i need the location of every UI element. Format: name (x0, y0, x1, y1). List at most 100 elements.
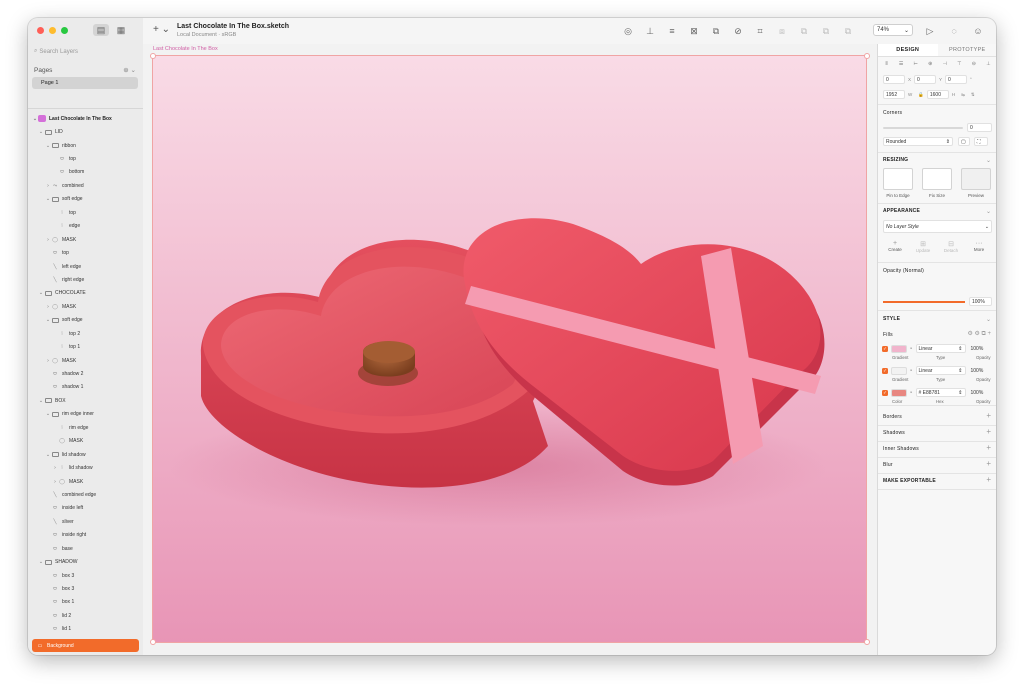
artboard-label[interactable]: Last Chocolate In The Box (153, 46, 218, 52)
layer-row[interactable]: ⬭ shadow 1 (28, 381, 143, 394)
intersect-icon[interactable]: ⧉ (819, 25, 833, 37)
align-top-icon[interactable]: ⊤ (956, 61, 963, 68)
layer-row[interactable]: ⌄ ribbon (28, 139, 143, 152)
difference-icon[interactable]: ⧉ (841, 25, 855, 37)
layer-row[interactable]: ╲ left edge (28, 260, 143, 273)
layer-row[interactable]: ⦚ top 1 (28, 340, 143, 353)
minimize-window-button[interactable] (49, 27, 56, 34)
create-symbol-icon[interactable]: ◎ (621, 25, 635, 37)
preview-play-icon[interactable]: ▷ (923, 25, 937, 37)
layer-row[interactable]: ⬭ base (28, 542, 143, 555)
pin-to-edge-widget[interactable] (883, 168, 913, 190)
layer-row[interactable]: ⌄ rim edge inner (28, 408, 143, 421)
opacity-slider[interactable] (883, 301, 965, 303)
align-right-icon[interactable]: ⊣ (941, 61, 948, 68)
flip-vertical-icon[interactable]: ⇅ (971, 92, 975, 98)
layer-row[interactable]: ⬭ inside left (28, 502, 143, 515)
layer-list-icon[interactable]: ▤ (93, 24, 109, 36)
tab-prototype[interactable]: PROTOTYPE (938, 44, 997, 56)
align-center-icon[interactable]: ⊕ (927, 61, 934, 68)
layer-row[interactable]: ⌄ CHOCOLATE (28, 287, 143, 300)
pin-icon[interactable]: ⊥ (643, 25, 657, 37)
layer-row[interactable]: › ◯ MASK (28, 475, 143, 488)
fill-swatch[interactable] (891, 388, 907, 397)
fill-enabled-checkbox[interactable]: ✓ (882, 389, 888, 396)
layer-row[interactable]: ╲ right edge (28, 273, 143, 286)
page-item-page-1[interactable]: Page 1 (32, 77, 138, 89)
eyedropper-icon[interactable]: ⁍ (910, 368, 913, 374)
layer-row[interactable]: › ⦚ lid shadow (28, 461, 143, 474)
layer-row[interactable]: ⬭ shadow 2 (28, 367, 143, 380)
chevron-down-icon[interactable]: ⌄ (986, 208, 991, 215)
add-border-icon[interactable]: + (986, 411, 991, 420)
opacity-field[interactable]: 100% (969, 297, 992, 306)
corner-expand-toggle[interactable]: ⛶ (974, 137, 988, 146)
scale-icon[interactable]: ⊠ (687, 25, 701, 37)
layer-row[interactable]: › ⤳ combined (28, 179, 143, 192)
layer-row[interactable]: ⬭ top (28, 152, 143, 165)
fill-type-select[interactable]: Linear ⇕ (915, 344, 966, 353)
eyedropper-icon[interactable]: ⁍ (910, 390, 913, 396)
fill-swatch[interactable] (891, 344, 907, 353)
artboard[interactable] (152, 55, 867, 643)
layer-row[interactable]: ⬭ inside right (28, 529, 143, 542)
add-blur-icon[interactable]: + (986, 459, 991, 468)
subtract-icon[interactable]: ⧉ (797, 25, 811, 37)
share-account-icon[interactable]: ☺ (971, 25, 985, 37)
insert-plus-icon[interactable]: + ⌄ (153, 24, 170, 35)
filter-icon[interactable]: ≡ (665, 25, 679, 37)
width-field[interactable]: 1952 (883, 90, 905, 99)
layer-style-select[interactable]: No Layer Style ⌄ (883, 220, 992, 233)
layer-row[interactable]: › ◯ MASK (28, 233, 143, 246)
align-bottom-icon[interactable]: ⊥ (985, 61, 992, 68)
union-icon[interactable]: ⧈ (775, 25, 789, 37)
chevron-down-icon[interactable]: ⌄ (986, 157, 991, 164)
layer-row[interactable]: ╲ sliver (28, 515, 143, 528)
tab-design[interactable]: DESIGN (878, 44, 938, 56)
canvas[interactable]: Last Chocolate In The Box (143, 44, 877, 655)
layer-row[interactable]: ⦚ edge (28, 220, 143, 233)
eyedropper-icon[interactable]: ⁍ (910, 346, 913, 352)
rotate-copies-icon[interactable]: ⧉ (709, 25, 723, 37)
create-style-button[interactable]: + Create (883, 240, 907, 252)
fill-opacity-field[interactable]: 100% (969, 388, 989, 397)
rotation-field[interactable]: 0 (945, 75, 968, 84)
layer-row[interactable]: ⬭ box 3 (28, 582, 143, 595)
layer-row[interactable]: ⬭ box 3 (28, 569, 143, 582)
layer-row[interactable]: ╲ combined edge (28, 488, 143, 501)
align-left-icon[interactable]: ⊢ (912, 61, 919, 68)
components-grid-icon[interactable]: ▦ (113, 24, 129, 36)
distribute-h-icon[interactable]: ⫴ (883, 61, 890, 68)
chevron-down-icon[interactable]: ⌄ (986, 316, 991, 323)
fill-opacity-field[interactable]: 100% (969, 344, 989, 353)
artboard-handle[interactable] (150, 639, 156, 645)
align-middle-icon[interactable]: ⊖ (970, 61, 977, 68)
fill-type-select[interactable]: # E88781 ⇕ (915, 388, 966, 397)
add-export-icon[interactable]: + (986, 475, 991, 484)
layer-row[interactable]: ⌄ soft edge (28, 314, 143, 327)
layer-row[interactable]: ⦚ top 2 (28, 327, 143, 340)
more-style-button[interactable]: ··· More (967, 240, 991, 252)
x-field[interactable]: 0 (883, 75, 905, 84)
layer-row[interactable]: ⌄ lid shadow (28, 448, 143, 461)
detach-style-button[interactable]: ⊟ Detach (939, 240, 963, 253)
y-field[interactable]: 0 (914, 75, 937, 84)
fix-size-widget[interactable] (922, 168, 952, 190)
corner-style-select[interactable]: Rounded ⇕ (883, 137, 953, 146)
artboard-handle[interactable] (864, 639, 870, 645)
layer-row[interactable]: ⌄ soft edge (28, 193, 143, 206)
add-shadow-icon[interactable]: + (986, 427, 991, 436)
zoom-window-button[interactable] (61, 27, 68, 34)
layer-row[interactable]: ⬭ bottom (28, 166, 143, 179)
layer-row[interactable]: ⬭ lid 2 (28, 609, 143, 622)
layer-row[interactable]: ⬭ box 1 (28, 596, 143, 609)
layer-background-selected[interactable]: ▭ Background (32, 639, 139, 652)
corner-radius-slider[interactable] (883, 127, 963, 129)
flip-horizontal-icon[interactable]: ⇋ (961, 92, 965, 98)
transform-icon[interactable]: ⌗ (753, 25, 767, 37)
layer-row[interactable]: › ◯ MASK (28, 300, 143, 313)
fill-enabled-checkbox[interactable]: ✓ (882, 345, 888, 352)
fill-swatch[interactable] (891, 366, 907, 375)
comments-icon[interactable]: ◌ (947, 25, 961, 37)
zoom-select[interactable]: 74% ⌄ (873, 24, 913, 36)
